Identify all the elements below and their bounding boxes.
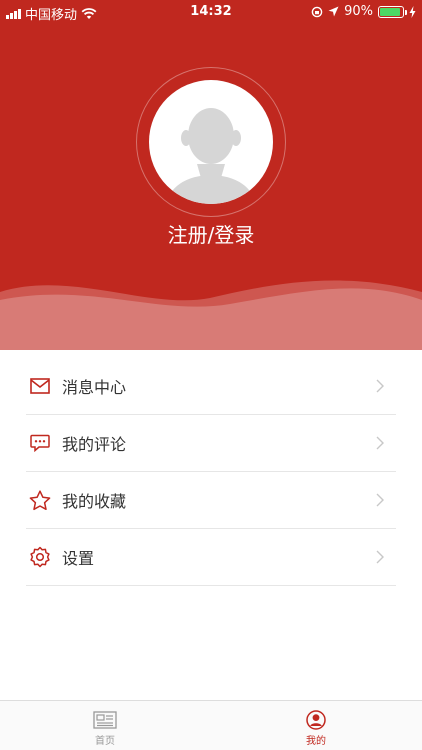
- comment-icon: [28, 431, 52, 455]
- orientation-lock-icon: [311, 6, 323, 17]
- mail-icon: [28, 374, 52, 398]
- profile-header: 中国移动 14:32 90% 注册/登录: [0, 0, 422, 350]
- avatar[interactable]: [149, 80, 273, 204]
- tab-home[interactable]: 首页: [70, 701, 140, 750]
- status-bar: 中国移动 14:32 90%: [0, 0, 422, 24]
- battery-icon: [378, 5, 407, 18]
- profile-menu: 消息中心 我的评论 我的收藏 设置: [0, 358, 422, 586]
- header-wave-decoration: [0, 280, 422, 350]
- location-icon: [328, 6, 339, 17]
- tab-label: 首页: [95, 736, 115, 747]
- menu-item-comments[interactable]: 我的评论: [26, 415, 396, 472]
- menu-item-label: 我的评论: [62, 435, 127, 454]
- chevron-right-icon: [376, 436, 384, 450]
- menu-item-messages[interactable]: 消息中心: [26, 358, 396, 415]
- menu-item-label: 设置: [62, 549, 95, 568]
- tab-mine[interactable]: 我的: [281, 701, 351, 750]
- menu-item-settings[interactable]: 设置: [26, 529, 396, 586]
- news-icon: [93, 711, 117, 729]
- gear-icon: [28, 545, 52, 569]
- chevron-right-icon: [376, 493, 384, 507]
- menu-item-favorites[interactable]: 我的收藏: [26, 472, 396, 529]
- bottom-tab-bar: 首页 我的: [0, 700, 422, 750]
- menu-item-label: 消息中心: [62, 378, 127, 397]
- charging-icon: [409, 5, 416, 18]
- menu-item-label: 我的收藏: [62, 492, 127, 511]
- login-register-link[interactable]: 注册/登录: [0, 219, 422, 248]
- user-icon: [306, 710, 326, 730]
- star-icon: [28, 488, 52, 512]
- chevron-right-icon: [376, 550, 384, 564]
- tab-label: 我的: [306, 736, 326, 747]
- default-avatar-icon: [167, 108, 255, 204]
- chevron-right-icon: [376, 379, 384, 393]
- battery-percent: 90%: [344, 4, 373, 19]
